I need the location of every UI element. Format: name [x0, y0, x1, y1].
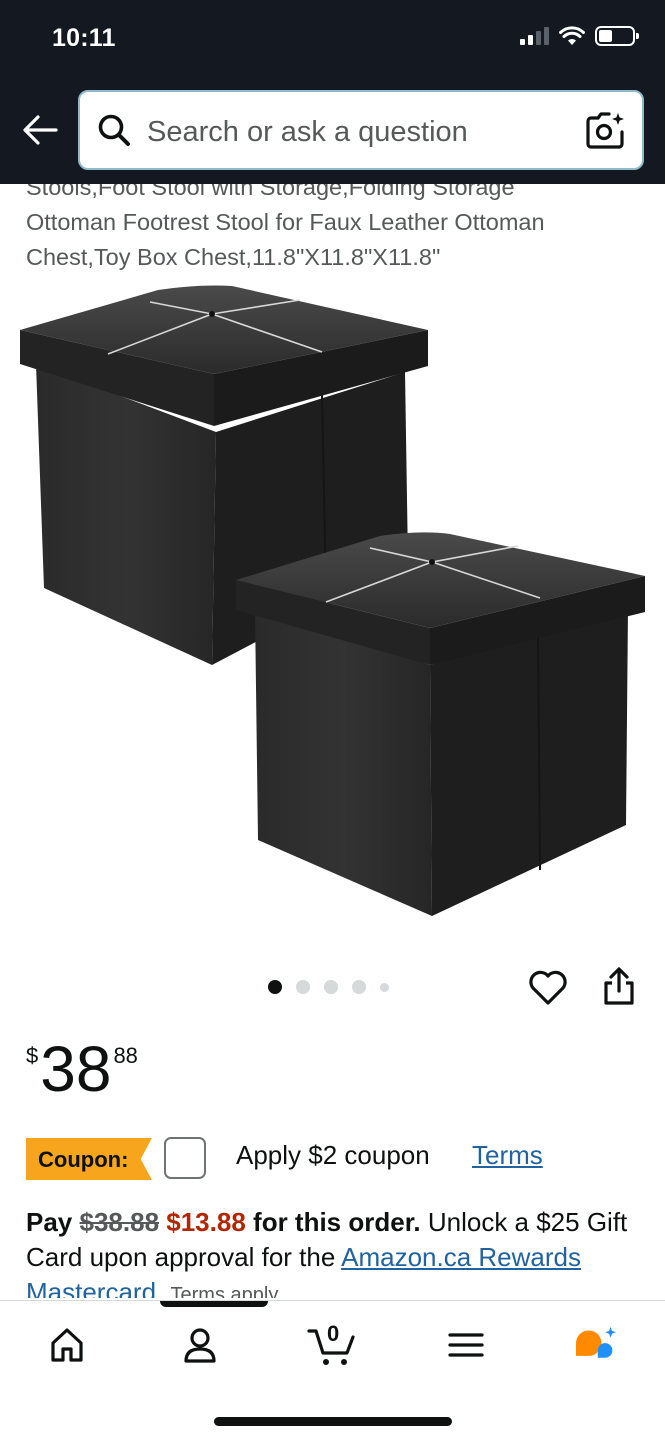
price-currency: $ [26, 1043, 39, 1068]
offer-terms: Terms apply. [170, 1284, 283, 1298]
offer-for-order: for this order. [253, 1207, 421, 1237]
carousel-dot[interactable] [268, 980, 282, 994]
share-icon[interactable] [602, 966, 636, 1006]
coupon-checkbox[interactable] [164, 1137, 206, 1179]
offer-original-price: $38.88 [79, 1207, 160, 1237]
title-line: Chest,Toy Box Chest,11.8"X11.8"X11.8" [26, 244, 441, 270]
carousel-dot[interactable] [296, 980, 310, 994]
coupon-badge-label: Coupon: [38, 1147, 129, 1172]
wifi-icon [559, 26, 585, 45]
home-indicator [214, 1417, 452, 1426]
cellular-signal-icon [520, 27, 549, 45]
status-icons [520, 26, 639, 46]
price-fraction: 88 [113, 1043, 138, 1068]
search-icon [98, 114, 130, 146]
nav-active-indicator [160, 1301, 268, 1307]
battery-icon [595, 26, 639, 46]
coupon-badge: Coupon: [26, 1138, 152, 1180]
status-time: 10:11 [52, 24, 116, 52]
product-title: Stools,Foot Stool with Storage,Folding S… [26, 170, 636, 275]
bottom-nav: 0 [0, 1300, 665, 1440]
cart-count: 0 [327, 1321, 340, 1346]
camera-search-icon[interactable] [584, 110, 626, 152]
carousel-dot[interactable] [324, 980, 338, 994]
heart-icon[interactable] [528, 968, 568, 1006]
back-arrow-icon[interactable] [20, 110, 60, 150]
ottoman-front [236, 532, 645, 916]
product-image[interactable] [0, 280, 665, 940]
search-input[interactable]: Search or ask a question [78, 90, 644, 170]
menu-icon[interactable] [446, 1325, 486, 1365]
home-icon[interactable] [47, 1325, 87, 1365]
price: $ 38 88 [26, 1035, 138, 1103]
title-line: Ottoman Footrest Stool for Faux Leather … [26, 209, 545, 235]
cart-button[interactable]: 0 [307, 1321, 359, 1365]
coupon-terms-link[interactable]: Terms [472, 1140, 543, 1171]
carousel-dot[interactable] [352, 980, 366, 994]
offer-deal-price: $13.88 [166, 1207, 246, 1237]
coupon-apply-text: Apply $2 coupon [236, 1140, 430, 1170]
image-carousel-dots [268, 980, 389, 994]
card-offer: Pay $38.88 $13.88 for this order. Unlock… [26, 1205, 646, 1298]
price-whole: 38 [40, 1033, 112, 1105]
app-header: 10:11 Search or ask a question [0, 0, 665, 184]
carousel-dot[interactable] [380, 982, 389, 992]
offer-pay: Pay [26, 1207, 73, 1237]
rufus-icon[interactable] [572, 1325, 620, 1365]
account-icon[interactable] [180, 1325, 220, 1365]
search-placeholder: Search or ask a question [147, 116, 468, 148]
